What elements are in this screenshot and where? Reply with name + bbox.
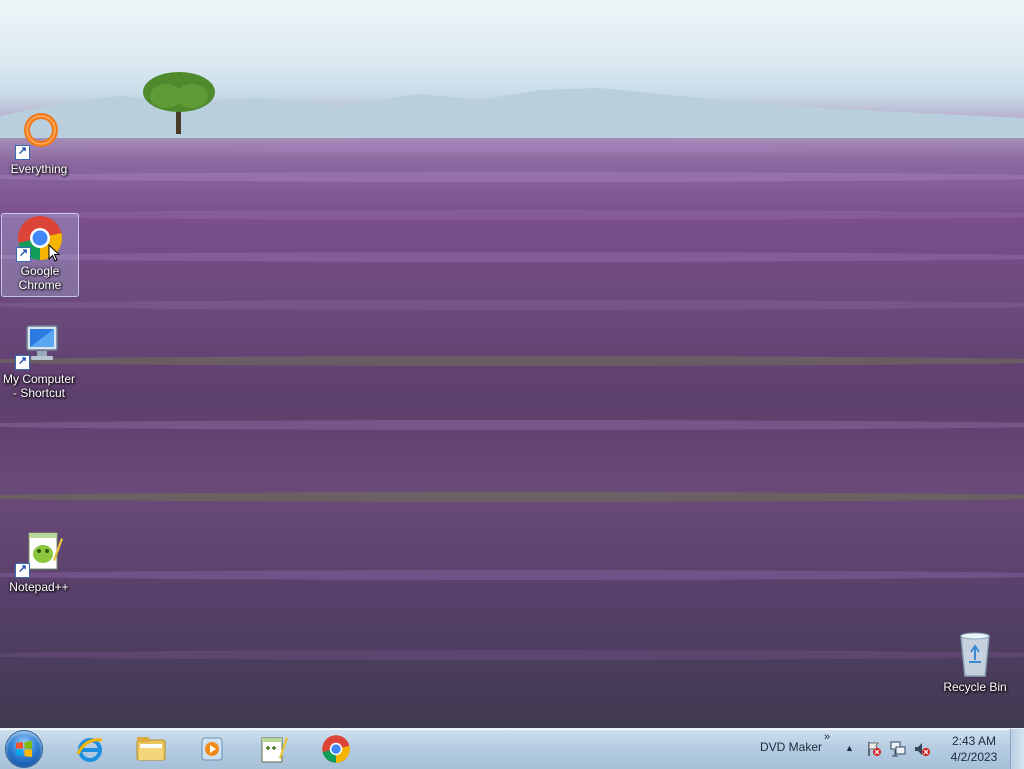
desktop-icon-label: My Computer - Shortcut <box>2 372 76 400</box>
windows-logo-icon <box>16 741 32 757</box>
desktop-icon-label: Recycle Bin <box>943 680 1007 694</box>
system-clock[interactable]: 2:43 AM 4/2/2023 <box>944 733 1004 765</box>
notepad-plus-plus-icon <box>261 737 288 763</box>
chrome-icon <box>322 735 350 763</box>
desktop-icon-label: Notepad++ <box>9 580 69 594</box>
taskbar-notepad-plus-plus[interactable] <box>250 732 298 766</box>
desktop-icon-notepad-plus-plus[interactable]: ↗ Notepad++ <box>1 530 77 594</box>
desktop-icon-label: Google Chrome <box>18 264 62 292</box>
network-icon[interactable] <box>890 741 906 757</box>
media-player-icon <box>201 737 223 761</box>
shortcut-arrow-icon: ↗ <box>15 355 30 370</box>
shortcut-arrow-icon: ↗ <box>15 145 30 160</box>
shortcut-arrow-icon: ↗ <box>15 563 30 578</box>
show-desktop-button[interactable] <box>1010 729 1024 769</box>
internet-explorer-icon <box>76 738 103 762</box>
start-button[interactable] <box>6 731 42 767</box>
desktop-icon-my-computer-shortcut[interactable]: ↗ My Computer - Shortcut <box>1 322 77 400</box>
volume-muted-icon[interactable] <box>914 741 930 757</box>
taskbar-media-player[interactable] <box>188 732 236 766</box>
desktop-icon-google-chrome[interactable]: ↗ Google Chrome <box>1 213 79 297</box>
folder-icon <box>136 737 166 761</box>
taskbar-windows-explorer[interactable] <box>127 732 175 766</box>
taskbar: DVD Maker » ▲ 2:43 AM 4/2/2023 <box>0 728 1024 769</box>
action-center-flag-icon[interactable] <box>866 741 882 757</box>
dvd-maker-toolbar[interactable]: DVD Maker <box>760 740 822 754</box>
shortcut-arrow-icon: ↗ <box>16 247 31 262</box>
clock-date: 4/2/2023 <box>950 750 998 764</box>
taskbar-google-chrome[interactable] <box>312 732 360 766</box>
toolbar-overflow-chevron-icon[interactable]: » <box>824 731 830 743</box>
mouse-cursor-icon <box>48 244 60 262</box>
desktop-wallpaper: ↗ Everything ↗ Google Chrome ↗ My Comput… <box>0 0 1024 728</box>
show-hidden-icons-arrow-icon[interactable]: ▲ <box>845 743 854 753</box>
taskbar-internet-explorer[interactable] <box>66 732 114 766</box>
desktop-icon-label: Everything <box>10 162 68 176</box>
recycle-bin-icon <box>960 632 990 677</box>
desktop-icon-everything[interactable]: ↗ Everything <box>1 112 77 176</box>
tree-illustration <box>143 72 215 134</box>
desktop-icon-recycle-bin[interactable]: Recycle Bin <box>937 630 1013 694</box>
clock-time: 2:43 AM <box>951 734 997 748</box>
